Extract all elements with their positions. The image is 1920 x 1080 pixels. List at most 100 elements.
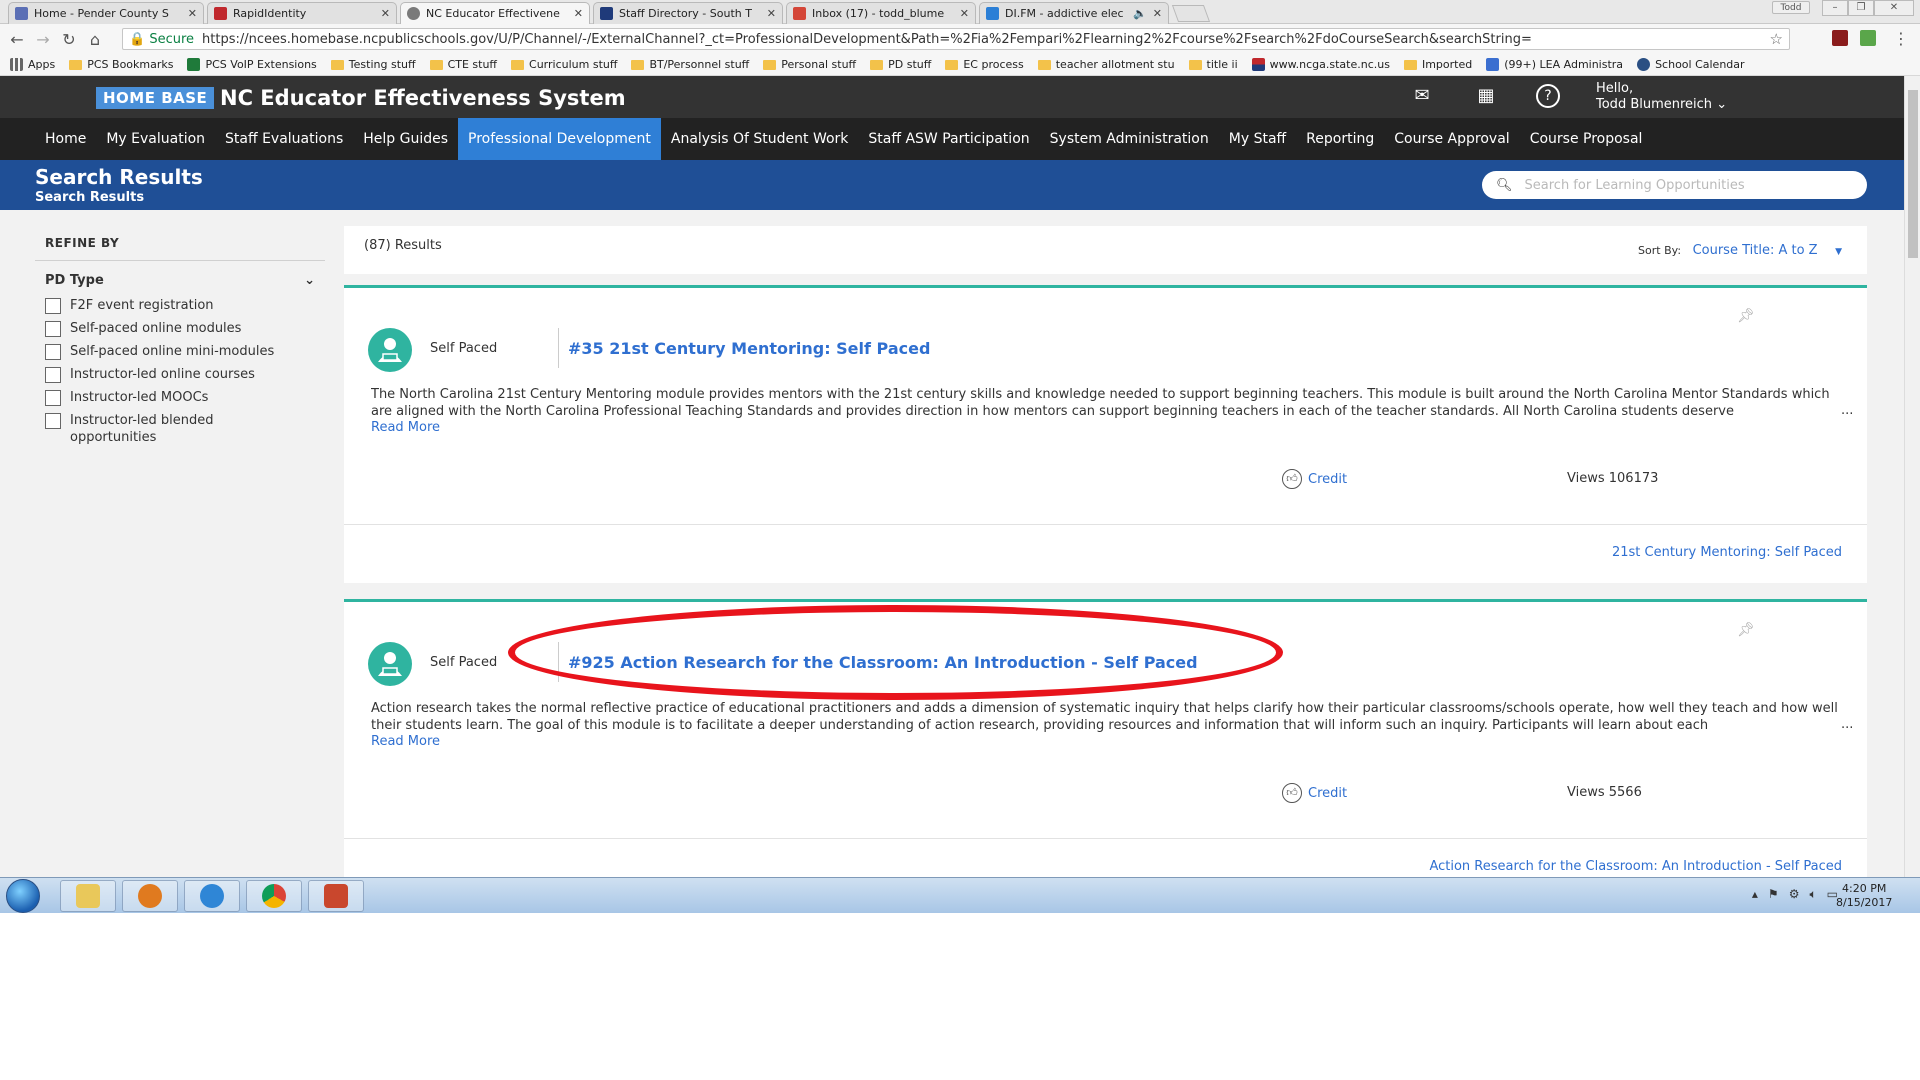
secure-indicator[interactable]: 🔒 Secure [129, 32, 194, 47]
system-tray[interactable]: ▴⚑⚙🔈︎▭ [1752, 887, 1848, 902]
bookmark-voip[interactable]: PCS VoIP Extensions [187, 58, 317, 71]
nav-course-approval[interactable]: Course Approval [1384, 118, 1519, 160]
checkbox[interactable] [45, 321, 61, 337]
learning-search-input[interactable] [1524, 177, 1845, 193]
filter-option[interactable]: Self-paced online modules [35, 317, 325, 340]
network-icon[interactable]: ⚙ [1789, 887, 1810, 901]
close-icon[interactable]: ✕ [188, 7, 197, 20]
caret-down-icon[interactable]: ▼ [1835, 247, 1842, 257]
checkbox[interactable] [45, 344, 61, 360]
browser-tab-4[interactable]: Staff Directory - South T ✕ [593, 2, 783, 24]
bookmark-folder[interactable]: Curriculum stuff [511, 58, 617, 71]
close-icon[interactable]: ✕ [767, 7, 776, 20]
help-icon[interactable]: ? [1536, 84, 1560, 108]
nav-my-evaluation[interactable]: My Evaluation [96, 118, 215, 160]
nav-home[interactable]: Home [35, 118, 96, 160]
close-icon[interactable]: ✕ [574, 7, 583, 20]
back-icon[interactable]: ← [4, 30, 30, 49]
chrome-menu-icon[interactable]: ⋮ [1888, 29, 1914, 48]
close-icon[interactable]: ✕ [960, 7, 969, 20]
course-footer-link[interactable]: Action Research for the Classroom: An In… [1429, 859, 1842, 874]
window-user-badge[interactable]: Todd [1772, 1, 1810, 14]
browser-tab-5[interactable]: Inbox (17) - todd_blume ✕ [786, 2, 976, 24]
url-text[interactable]: https://ncees.homebase.ncpublicschools.g… [202, 32, 1532, 47]
checkbox[interactable] [45, 413, 61, 429]
calendar-icon[interactable]: ▦ [1474, 84, 1498, 108]
forward-icon[interactable]: → [30, 30, 56, 49]
sort-control[interactable]: Sort By: Course Title: A to Z ▼ [1638, 243, 1842, 258]
bookmark-folder[interactable]: Imported [1403, 58, 1472, 71]
bookmark-folder[interactable]: EC process [945, 58, 1024, 71]
bookmark-ncga[interactable]: www.ncga.state.nc.us [1251, 58, 1390, 71]
nav-staff-asw-participation[interactable]: Staff ASW Participation [858, 118, 1039, 160]
close-icon[interactable]: ✕ [381, 7, 390, 20]
bookmark-folder[interactable]: Testing stuff [330, 58, 416, 71]
restore-icon[interactable]: ❐ [1848, 0, 1874, 16]
bookmark-folder[interactable]: Personal stuff [763, 58, 856, 71]
pd-type-toggle[interactable]: PD Type ⌄ [35, 261, 325, 294]
nav-staff-evaluations[interactable]: Staff Evaluations [215, 118, 353, 160]
home-base-logo[interactable]: HOME BASE [96, 87, 215, 109]
course-title-link[interactable]: #925 Action Research for the Classroom: … [568, 653, 1198, 672]
system-clock[interactable]: 4:20 PM 8/15/2017 [1836, 882, 1892, 910]
bookmark-apps[interactable]: Apps [10, 58, 55, 71]
nav-system-administration[interactable]: System Administration [1040, 118, 1219, 160]
taskbar-chrome[interactable] [246, 880, 302, 912]
nav-analysis-of-student-work[interactable]: Analysis Of Student Work [661, 118, 859, 160]
learning-search-box[interactable]: 🔍︎ [1482, 171, 1867, 199]
checkbox[interactable] [45, 390, 61, 406]
home-icon[interactable]: ⌂ [82, 30, 108, 49]
mail-icon[interactable]: ✉ [1410, 84, 1434, 108]
window-close-icon[interactable]: ✕ [1874, 0, 1914, 16]
bookmark-folder[interactable]: title ii [1188, 58, 1238, 71]
sort-select[interactable]: Course Title: A to Z [1693, 243, 1818, 258]
start-button[interactable] [6, 879, 40, 913]
close-icon[interactable]: ✕ [1153, 7, 1162, 20]
credit-button[interactable]: 👍︎ Credit [1282, 469, 1347, 489]
browser-tab-1[interactable]: Home - Pender County S ✕ [8, 2, 204, 24]
checkbox[interactable] [45, 367, 61, 383]
scrollbar-thumb[interactable] [1908, 90, 1918, 258]
filter-option[interactable]: Instructor-led blended opportunities [35, 409, 325, 449]
taskbar-powerpoint[interactable] [308, 880, 364, 912]
breadcrumb[interactable]: Search Results [35, 190, 144, 205]
checkbox[interactable] [45, 298, 61, 314]
filter-option[interactable]: Instructor-led MOOCs [35, 386, 325, 409]
bookmark-folder[interactable]: CTE stuff [429, 58, 497, 71]
course-footer-link[interactable]: 21st Century Mentoring: Self Paced [1612, 545, 1842, 560]
bookmark-folder[interactable]: PCS Bookmarks [69, 58, 173, 71]
pin-icon[interactable]: 📌︎ [1737, 308, 1755, 324]
filter-option[interactable]: F2F event registration [35, 294, 325, 317]
user-menu[interactable]: Hello, Todd Blumenreich ⌄ [1596, 81, 1727, 113]
nav-my-staff[interactable]: My Staff [1219, 118, 1296, 160]
bookmark-folder[interactable]: BT/Personnel stuff [631, 58, 749, 71]
tray-arrow-icon[interactable]: ▴ [1752, 887, 1768, 901]
bookmark-star-icon[interactable]: ☆ [1770, 30, 1783, 48]
nav-help-guides[interactable]: Help Guides [353, 118, 458, 160]
acrobat-extension-icon[interactable] [1832, 30, 1848, 46]
address-bar[interactable]: 🔒 Secure https://ncees.homebase.ncpublic… [122, 28, 1790, 50]
bookmark-school-calendar[interactable]: School Calendar [1637, 58, 1745, 71]
minimize-icon[interactable]: – [1822, 0, 1848, 16]
taskbar-media-player[interactable] [122, 880, 178, 912]
credit-button[interactable]: 👍︎ Credit [1282, 783, 1347, 803]
filter-option[interactable]: Self-paced online mini-modules [35, 340, 325, 363]
course-title-link[interactable]: #35 21st Century Mentoring: Self Paced [568, 339, 930, 358]
read-more-link[interactable]: Read More [371, 420, 440, 435]
bookmark-folder[interactable]: teacher allotment stu [1037, 58, 1175, 71]
search-icon[interactable]: 🔍︎ [1496, 178, 1513, 193]
nav-course-proposal[interactable]: Course Proposal [1520, 118, 1653, 160]
taskbar-explorer[interactable] [60, 880, 116, 912]
extension-icon[interactable] [1860, 30, 1876, 46]
browser-tab-3-active[interactable]: NC Educator Effectivene ✕ [400, 2, 590, 24]
browser-tab-6[interactable]: DI.FM - addictive elec 🔈 ✕ [979, 2, 1169, 24]
nav-professional-development[interactable]: Professional Development [458, 118, 661, 160]
reload-icon[interactable]: ↻ [56, 30, 82, 49]
nav-reporting[interactable]: Reporting [1296, 118, 1384, 160]
filter-option[interactable]: Instructor-led online courses [35, 363, 325, 386]
flag-icon[interactable]: ⚑ [1768, 887, 1789, 901]
browser-tab-2[interactable]: RapidIdentity ✕ [207, 2, 397, 24]
taskbar-internet-explorer[interactable] [184, 880, 240, 912]
bookmark-lea[interactable]: (99+) LEA Administra [1486, 58, 1623, 71]
new-tab-button[interactable] [1171, 5, 1211, 22]
